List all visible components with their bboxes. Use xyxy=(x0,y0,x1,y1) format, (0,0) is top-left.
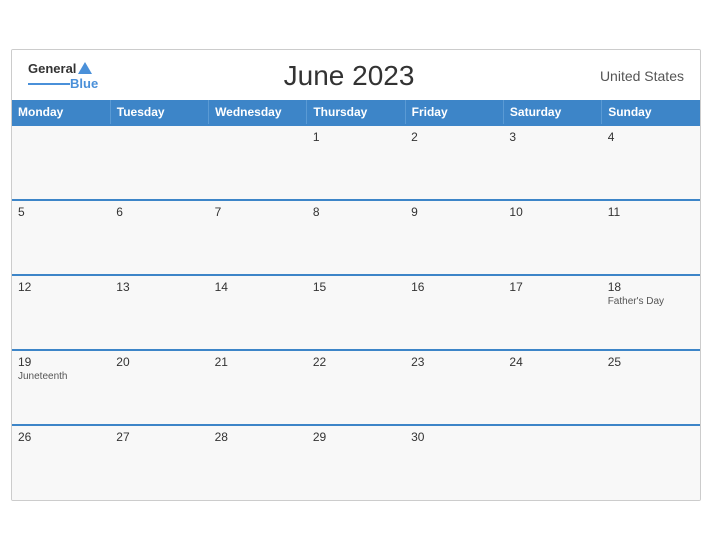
week-row-5: 26 27 28 29 30 xyxy=(12,425,700,500)
day-cell-w1-d7: 4 xyxy=(602,125,700,200)
day-event: Father's Day xyxy=(608,296,694,307)
day-cell-w1-d4: 1 xyxy=(307,125,405,200)
day-number: 30 xyxy=(411,430,497,444)
day-number: 9 xyxy=(411,205,497,219)
calendar-grid: Monday Tuesday Wednesday Thursday Friday… xyxy=(12,100,700,500)
day-cell-w1-d6: 3 xyxy=(503,125,601,200)
logo-triangle-icon xyxy=(78,62,92,74)
header-wednesday: Wednesday xyxy=(209,100,307,125)
calendar-region: United States xyxy=(600,68,684,84)
day-cell-w3-d3: 14 xyxy=(209,275,307,350)
day-number: 3 xyxy=(509,130,595,144)
day-number: 20 xyxy=(116,355,202,369)
day-number: 28 xyxy=(215,430,301,444)
day-cell-w4-d1: 19 Juneteenth xyxy=(12,350,110,425)
day-number: 24 xyxy=(509,355,595,369)
week-row-1: 1234 xyxy=(12,125,700,200)
day-cell-w2-d5: 9 xyxy=(405,200,503,275)
day-cell-w5-d3: 28 xyxy=(209,425,307,500)
calendar-header: General Blue June 2023 United States xyxy=(12,50,700,100)
day-number: 18 xyxy=(608,280,694,294)
logo-general-text: General xyxy=(28,61,76,76)
day-cell-w4-d5: 23 xyxy=(405,350,503,425)
day-cell-w3-d1: 12 xyxy=(12,275,110,350)
day-cell-w2-d1: 5 xyxy=(12,200,110,275)
day-cell-w1-d5: 2 xyxy=(405,125,503,200)
week-row-2: 56789 10 11 xyxy=(12,200,700,275)
day-number: 6 xyxy=(116,205,202,219)
day-number: 27 xyxy=(116,430,202,444)
day-cell-w5-d1: 26 xyxy=(12,425,110,500)
day-cell-w5-d6 xyxy=(503,425,601,500)
day-number: 15 xyxy=(313,280,399,294)
day-number: 11 xyxy=(608,205,694,219)
day-cell-w2-d6: 10 xyxy=(503,200,601,275)
day-cell-w5-d5: 30 xyxy=(405,425,503,500)
day-number: 29 xyxy=(313,430,399,444)
day-cell-w5-d4: 29 xyxy=(307,425,405,500)
day-cell-w4-d3: 21 xyxy=(209,350,307,425)
day-cell-w3-d7: 18 Father's Day xyxy=(602,275,700,350)
day-number: 14 xyxy=(215,280,301,294)
calendar-container: General Blue June 2023 United States Mon… xyxy=(11,49,701,501)
day-cell-w5-d7 xyxy=(602,425,700,500)
day-number: 8 xyxy=(313,205,399,219)
day-cell-w3-d6: 17 xyxy=(503,275,601,350)
day-number: 7 xyxy=(215,205,301,219)
weekday-header-row: Monday Tuesday Wednesday Thursday Friday… xyxy=(12,100,700,125)
week-row-3: 12 13 14 15 16 17 18 Father's Day xyxy=(12,275,700,350)
day-cell-w4-d6: 24 xyxy=(503,350,601,425)
day-number: 25 xyxy=(608,355,694,369)
day-cell-w2-d7: 11 xyxy=(602,200,700,275)
day-cell-w1-d3 xyxy=(209,125,307,200)
day-number: 21 xyxy=(215,355,301,369)
day-number: 23 xyxy=(411,355,497,369)
header-friday: Friday xyxy=(405,100,503,125)
day-cell-w4-d2: 20 xyxy=(110,350,208,425)
day-number: 12 xyxy=(18,280,104,294)
logo-blue-text: Blue xyxy=(70,76,98,91)
calendar-title: June 2023 xyxy=(284,60,415,92)
day-cell-w3-d4: 15 xyxy=(307,275,405,350)
day-number: 16 xyxy=(411,280,497,294)
day-cell-w1-d1 xyxy=(12,125,110,200)
day-cell-w4-d7: 25 xyxy=(602,350,700,425)
day-number: 19 xyxy=(18,355,104,369)
day-cell-w3-d2: 13 xyxy=(110,275,208,350)
day-cell-w5-d2: 27 xyxy=(110,425,208,500)
day-cell-w2-d3: 7 xyxy=(209,200,307,275)
day-number: 17 xyxy=(509,280,595,294)
header-saturday: Saturday xyxy=(503,100,601,125)
header-tuesday: Tuesday xyxy=(110,100,208,125)
day-number: 22 xyxy=(313,355,399,369)
week-row-4: 19 Juneteenth 20 21 22 23 24 25 xyxy=(12,350,700,425)
header-monday: Monday xyxy=(12,100,110,125)
day-cell-w1-d2 xyxy=(110,125,208,200)
day-number: 13 xyxy=(116,280,202,294)
day-number: 4 xyxy=(608,130,694,144)
header-thursday: Thursday xyxy=(307,100,405,125)
logo: General Blue xyxy=(28,61,98,91)
day-event: Juneteenth xyxy=(18,371,104,382)
day-number: 2 xyxy=(411,130,497,144)
day-cell-w2-d4: 8 xyxy=(307,200,405,275)
logo-line xyxy=(28,83,70,85)
day-number: 1 xyxy=(313,130,399,144)
day-number: 5 xyxy=(18,205,104,219)
day-cell-w3-d5: 16 xyxy=(405,275,503,350)
day-cell-w4-d4: 22 xyxy=(307,350,405,425)
day-number: 10 xyxy=(509,205,595,219)
day-number: 26 xyxy=(18,430,104,444)
day-cell-w2-d2: 6 xyxy=(110,200,208,275)
header-sunday: Sunday xyxy=(602,100,700,125)
